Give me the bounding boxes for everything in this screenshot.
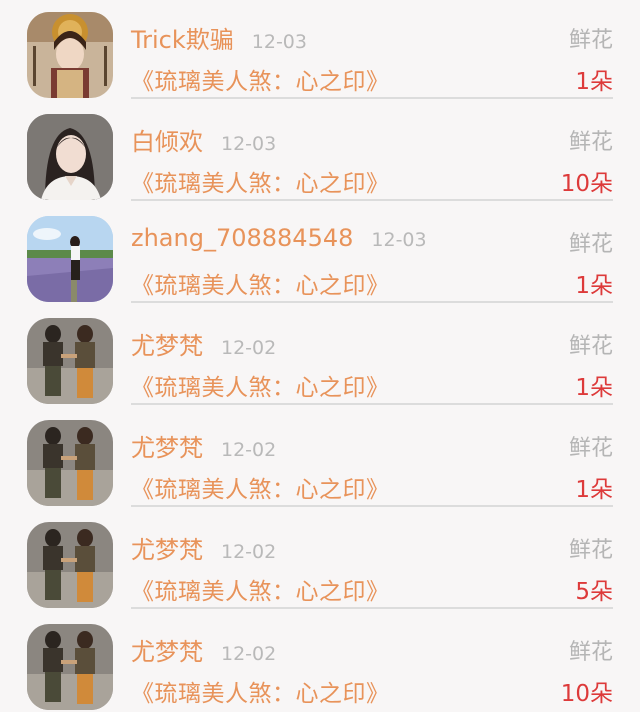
gift-amount: 1朵: [575, 375, 613, 401]
divider: [131, 607, 613, 609]
avatar-field-image: [27, 216, 113, 302]
list-item[interactable]: Trick欺骗 12-03 鲜花 《琉璃美人煞：心之印》 1朵: [0, 0, 640, 102]
date: 12-02: [221, 337, 277, 359]
username[interactable]: zhang_708884548: [131, 224, 353, 252]
gift-amount: 10朵: [560, 681, 613, 707]
avatar-portrait-image: [27, 114, 113, 200]
name-line: 尤梦梵 12-02: [131, 632, 276, 666]
username[interactable]: 尤梦梵: [131, 530, 203, 565]
name-line: zhang_708884548 12-03: [131, 224, 427, 258]
divider: [131, 301, 613, 303]
name-line: 尤梦梵 12-02: [131, 428, 276, 462]
gift-type: 鲜花: [568, 538, 613, 563]
book-title[interactable]: 《琉璃美人煞：心之印》: [131, 368, 390, 402]
name-line: 白倾欢 12-03: [131, 122, 276, 156]
gift-amount: 10朵: [560, 171, 613, 197]
username[interactable]: 尤梦梵: [131, 326, 203, 361]
list-item[interactable]: zhang_708884548 12-03 鲜花 《琉璃美人煞：心之印》 1朵: [0, 204, 640, 306]
date: 12-02: [221, 439, 277, 461]
list-item[interactable]: 尤梦梵 12-02 鲜花 《琉璃美人煞：心之印》 10朵: [0, 612, 640, 712]
username[interactable]: Trick欺骗: [131, 20, 234, 55]
username[interactable]: 白倾欢: [131, 122, 203, 157]
divider: [131, 505, 613, 507]
book-title[interactable]: 《琉璃美人煞：心之印》: [131, 164, 390, 198]
date: 12-02: [221, 643, 277, 665]
book-title[interactable]: 《琉璃美人煞：心之印》: [131, 674, 390, 708]
gift-type: 鲜花: [568, 130, 613, 155]
gift-amount: 1朵: [575, 69, 613, 95]
gift-type: 鲜花: [568, 436, 613, 461]
list-item[interactable]: 尤梦梵 12-02 鲜花 《琉璃美人煞：心之印》 1朵: [0, 306, 640, 408]
book-title[interactable]: 《琉璃美人煞：心之印》: [131, 266, 390, 300]
username[interactable]: 尤梦梵: [131, 428, 203, 463]
divider: [131, 403, 613, 405]
avatar[interactable]: [27, 114, 113, 200]
list-item[interactable]: 尤梦梵 12-02 鲜花 《琉璃美人煞：心之印》 1朵: [0, 408, 640, 510]
avatar-couple-image: [27, 522, 113, 608]
divider: [131, 199, 613, 201]
avatar[interactable]: [27, 12, 113, 98]
avatar-costume-image: [27, 12, 113, 98]
name-line: 尤梦梵 12-02: [131, 530, 276, 564]
date: 12-03: [371, 229, 427, 251]
book-title[interactable]: 《琉璃美人煞：心之印》: [131, 62, 390, 96]
book-title[interactable]: 《琉璃美人煞：心之印》: [131, 470, 390, 504]
avatar-couple-image: [27, 420, 113, 506]
avatar[interactable]: [27, 522, 113, 608]
avatar[interactable]: [27, 420, 113, 506]
username[interactable]: 尤梦梵: [131, 632, 203, 667]
date: 12-02: [221, 541, 277, 563]
gift-amount: 1朵: [575, 477, 613, 503]
gift-type: 鲜花: [568, 232, 613, 257]
avatar[interactable]: [27, 624, 113, 710]
gift-amount: 5朵: [575, 579, 613, 605]
divider: [131, 97, 613, 99]
gift-type: 鲜花: [568, 640, 613, 665]
avatar[interactable]: [27, 216, 113, 302]
avatar-couple-image: [27, 318, 113, 404]
gift-amount: 1朵: [575, 273, 613, 299]
gift-type: 鲜花: [568, 334, 613, 359]
name-line: Trick欺骗 12-03: [131, 20, 307, 54]
avatar[interactable]: [27, 318, 113, 404]
avatar-couple-image: [27, 624, 113, 710]
list-item[interactable]: 白倾欢 12-03 鲜花 《琉璃美人煞：心之印》 10朵: [0, 102, 640, 204]
date: 12-03: [251, 31, 307, 53]
gift-type: 鲜花: [568, 28, 613, 53]
gift-record-list: Trick欺骗 12-03 鲜花 《琉璃美人煞：心之印》 1朵 白倾欢 12-0…: [0, 0, 640, 712]
date: 12-03: [221, 133, 277, 155]
book-title[interactable]: 《琉璃美人煞：心之印》: [131, 572, 390, 606]
name-line: 尤梦梵 12-02: [131, 326, 276, 360]
list-item[interactable]: 尤梦梵 12-02 鲜花 《琉璃美人煞：心之印》 5朵: [0, 510, 640, 612]
